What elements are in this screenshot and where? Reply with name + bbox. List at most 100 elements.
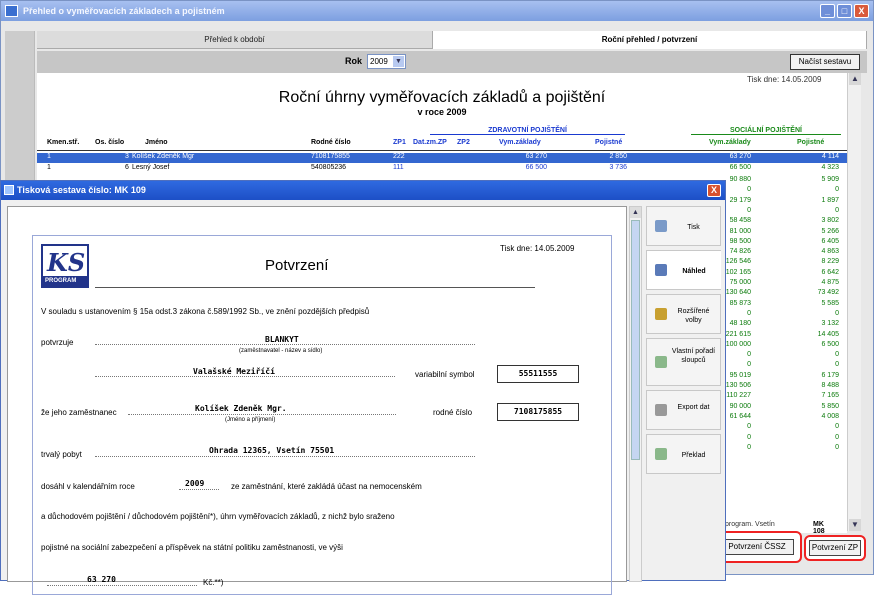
social-poj-cell: 6 500 <box>821 340 839 348</box>
cell-vz: 63 270 <box>525 153 547 160</box>
rc-label: rodné číslo <box>433 408 473 417</box>
rc-value: 7108175855 <box>497 403 579 421</box>
chevron-down-icon[interactable]: ▼ <box>393 56 404 67</box>
preklad-button[interactable]: Překlad <box>646 434 721 474</box>
col-jmeno: Jméno <box>145 139 168 146</box>
social-poj-cell: 6 179 <box>821 371 839 379</box>
social-poj-cell: 7 165 <box>821 392 839 400</box>
social-poj-cell: 5 585 <box>821 299 839 307</box>
preview-scrollbar[interactable]: ▲ <box>629 206 642 582</box>
year-line <box>179 489 219 490</box>
section-socialni: SOCIÁLNÍ POJIŠTĚNÍ <box>691 127 841 135</box>
nacist-sestavu-button[interactable]: Načíst sestavu <box>790 54 860 70</box>
vlastni-poradi-label: Vlastní pořadí sloupců <box>671 348 716 364</box>
col-zp2: ZP2 <box>457 139 470 146</box>
cell-jmeno: Kolíšek Zdeněk Mgr <box>132 153 195 160</box>
social-poj-cell: 0 <box>835 309 839 317</box>
city-value: Valašské Meziříčí <box>193 367 275 376</box>
vlastni-poradi-button[interactable]: Vlastní pořadí sloupců <box>646 338 721 386</box>
dialog-titlebar[interactable]: Tisková sestava číslo: MK 109 X <box>1 181 725 200</box>
logo-text: KS <box>47 248 86 277</box>
status-code: MK 108 <box>813 521 825 535</box>
rozsirene-volby-button[interactable]: Rozšířené volby <box>646 294 721 334</box>
dialog-close-button[interactable]: X <box>707 184 721 197</box>
social-poj-cell: 0 <box>835 361 839 369</box>
social-poj-cell: 4 875 <box>821 279 839 286</box>
table-row[interactable]: 1 3 Kolíšek Zdeněk Mgr 7108175855 222 63… <box>37 153 847 163</box>
maximize-button[interactable]: □ <box>837 4 852 18</box>
cell-zp1: 111 <box>393 164 404 171</box>
export-dat-button[interactable]: Export dat <box>646 390 721 430</box>
tisk-label: Tisk <box>687 224 700 231</box>
preview-icon <box>655 264 667 276</box>
cell-svz: 63 270 <box>729 153 751 160</box>
potvrzeni-cssz-label: Potvrzení ČSSZ <box>720 539 794 555</box>
tisk-button[interactable]: Tisk <box>646 206 721 246</box>
export-icon <box>655 404 667 416</box>
scroll-thumb[interactable] <box>631 220 640 460</box>
cell-os: 6 <box>125 164 129 171</box>
social-poj-cell: 6 405 <box>821 237 839 245</box>
document-title: Potvrzení <box>95 244 535 288</box>
kc-label: Kč.**) <box>203 578 224 587</box>
cell-os: 3 <box>125 153 129 160</box>
app-icon <box>5 5 18 17</box>
scroll-down-icon[interactable]: ▼ <box>849 519 861 531</box>
col-dat-zm-zp: Dat.zm.ZP <box>413 139 447 146</box>
tab-bar: Přehled k období Roční přehled / potvrze… <box>37 31 867 49</box>
table-row[interactable]: 1 6 Lesný Josef 540805236 111 66 500 3 7… <box>37 164 847 174</box>
pobyt-line <box>95 456 475 457</box>
text-line-b: pojistné na sociální zabezpečení a přísp… <box>41 543 343 552</box>
social-poj-cell: 5 850 <box>821 402 839 410</box>
nahled-button[interactable]: Náhled <box>646 250 721 290</box>
social-poj-cell: 0 <box>835 423 839 431</box>
social-poj-cell: 0 <box>835 433 839 441</box>
cell-rc: 540805236 <box>311 164 347 171</box>
cell-jmeno: Lesný Josef <box>132 164 170 171</box>
window-titlebar[interactable]: Přehled o vyměřovacích základech a pojis… <box>1 1 873 21</box>
options-icon <box>655 308 667 320</box>
minimize-button[interactable]: _ <box>820 4 835 18</box>
year-value: 2009 <box>185 479 205 488</box>
social-poj-cell: 73 492 <box>817 289 839 297</box>
employer-line <box>95 344 475 345</box>
social-poj-cell: 6 642 <box>821 268 839 276</box>
tab-prehled-k-obdobi[interactable]: Přehled k období <box>37 31 432 49</box>
potvrzeni-zp-label: Potvrzení ZP <box>809 540 861 556</box>
year-select[interactable]: 2009 ▼ <box>367 54 406 69</box>
status-text: program. Vsetín <box>725 521 775 528</box>
amount-value: 63 270 <box>87 575 116 584</box>
cell-rc: 7108175855 <box>311 153 350 160</box>
employee-line <box>128 414 396 415</box>
social-poj-cell: 3 802 <box>821 217 839 225</box>
dialog-title: Tisková sestava číslo: MK 109 <box>17 185 146 195</box>
close-button[interactable]: X <box>854 4 869 18</box>
report-scrollbar[interactable]: ▲ ▼ <box>847 73 861 531</box>
social-poj-cell: 8 229 <box>821 258 839 266</box>
social-poj-cell: 5 909 <box>821 176 839 183</box>
dosahl-rest: ze zaměstnání, které zakládá účast na ne… <box>231 482 422 491</box>
translate-icon <box>655 448 667 460</box>
col-pojistne-sp: Pojistné <box>797 139 825 146</box>
pobyt-value: Ohrada 12365, Vsetín 75501 <box>209 446 335 455</box>
scroll-up-icon[interactable]: ▲ <box>849 73 861 85</box>
col-os-cislo: Os. číslo <box>95 139 125 146</box>
vs-value: 55511555 <box>497 365 579 383</box>
side-toolbar: Tisk Náhled Rozšířené volby Vlastní pořa… <box>646 206 721 576</box>
cell-spoj: 4 114 <box>822 153 839 160</box>
cell-vz: 66 500 <box>525 164 547 171</box>
year-select-value: 2009 <box>370 57 388 66</box>
header-divider <box>37 150 847 151</box>
scroll-up-icon[interactable]: ▲ <box>630 207 641 218</box>
cell-zp1: 222 <box>393 153 405 160</box>
employee-value: Kolíšek Zdeněk Mgr. <box>195 404 287 413</box>
preview-area: KS PROGRAM Potvrzení Tisk dne: 14.05.200… <box>7 206 627 595</box>
cell-spoj: 4 323 <box>821 164 839 171</box>
print-date: Tisk dne: 14.05.2009 <box>747 75 822 84</box>
tab-rocni-prehled[interactable]: Roční přehled / potvrzení <box>432 31 867 49</box>
document-page: KS PROGRAM Potvrzení Tisk dne: 14.05.200… <box>32 235 612 595</box>
report-title: Roční úhrny vyměřovacích základů a pojiš… <box>278 89 606 106</box>
dosahl-label: dosáhl v kalendářním roce <box>41 482 135 491</box>
social-poj-cell: 0 <box>835 351 839 359</box>
potvrzeni-zp-button[interactable]: Potvrzení ZP <box>804 535 866 561</box>
